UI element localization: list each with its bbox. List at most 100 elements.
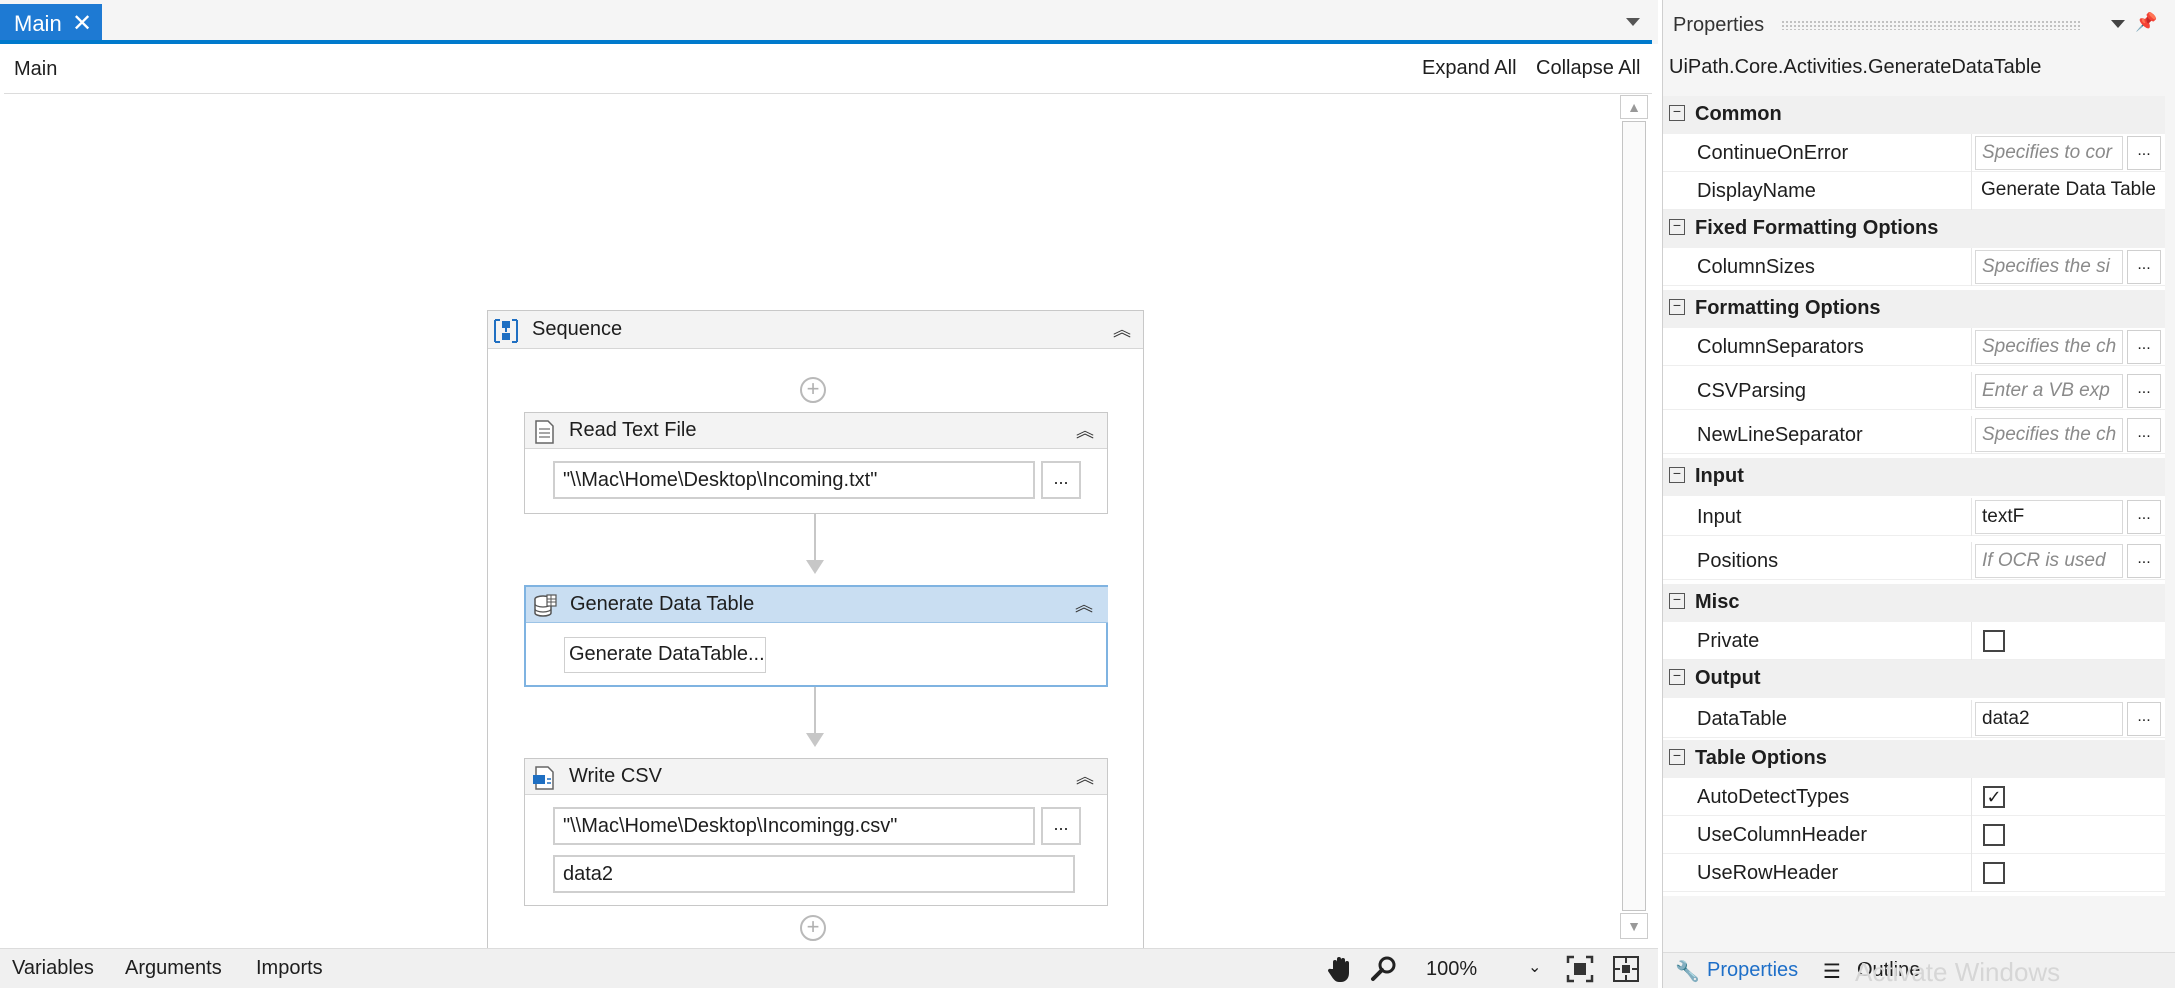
activity-title: Write CSV bbox=[569, 765, 662, 787]
collapse-chevron-icon[interactable]: ︽ bbox=[1073, 419, 1097, 443]
panel-drag-grip[interactable] bbox=[1781, 20, 2081, 30]
generate-datatable-button[interactable]: Generate DataTable... bbox=[564, 637, 766, 673]
fit-to-screen-icon[interactable] bbox=[1564, 953, 1596, 985]
property-row-displayname[interactable]: DisplayName Generate Data Table bbox=[1663, 172, 2165, 210]
category-fixed-formatting-options[interactable]: − Fixed Formatting Options bbox=[1663, 210, 2165, 248]
zoom-level-select[interactable]: 100% bbox=[1418, 953, 1546, 985]
canvas-vertical-scrollbar[interactable]: ▲ ▼ bbox=[1620, 95, 1648, 943]
expand-all-button[interactable]: Expand All bbox=[1422, 57, 1517, 80]
ellipsis-button[interactable]: ... bbox=[2127, 544, 2161, 578]
property-row-autodetecttypes[interactable]: AutoDetectTypes ✓ bbox=[1663, 778, 2165, 816]
category-misc[interactable]: − Misc bbox=[1663, 584, 2165, 622]
uipath-studio-window: Main ✕ Main Expand All Collapse All Sequ… bbox=[0, 0, 2175, 988]
collapse-minus-icon[interactable]: − bbox=[1669, 592, 1685, 609]
collapse-minus-icon[interactable]: − bbox=[1669, 668, 1685, 685]
collapse-chevron-icon[interactable]: ︽ bbox=[1073, 765, 1097, 789]
close-icon[interactable]: ✕ bbox=[72, 12, 92, 36]
property-row-newlineseparator[interactable]: NewLineSeparator Specifies the ch ... bbox=[1663, 416, 2165, 454]
zoom-magnifier-icon[interactable] bbox=[1368, 953, 1400, 985]
browse-button[interactable]: ... bbox=[1041, 461, 1081, 499]
property-value-input[interactable]: Enter a VB exp bbox=[1975, 374, 2123, 408]
property-row-columnsizes[interactable]: ColumnSizes Specifies the si ... bbox=[1663, 248, 2165, 286]
userowheader-checkbox[interactable] bbox=[1983, 862, 2005, 884]
breadcrumb[interactable]: Main bbox=[14, 58, 57, 81]
variables-tab[interactable]: Variables bbox=[12, 957, 94, 980]
activity-header[interactable]: Generate Data Table ︽ bbox=[526, 587, 1108, 623]
ellipsis-button[interactable]: ... bbox=[2127, 418, 2161, 452]
property-row-usecolumnheader[interactable]: UseColumnHeader bbox=[1663, 816, 2165, 854]
hand-pan-icon[interactable] bbox=[1324, 953, 1356, 985]
scrollbar-thumb[interactable] bbox=[1622, 121, 1646, 911]
tab-list-dropdown-icon[interactable] bbox=[1626, 18, 1640, 26]
category-output[interactable]: − Output bbox=[1663, 660, 2165, 698]
private-checkbox[interactable] bbox=[1983, 630, 2005, 652]
property-row-datatable[interactable]: DataTable data2 ... bbox=[1663, 700, 2165, 738]
property-row-columnseparators[interactable]: ColumnSeparators Specifies the ch ... bbox=[1663, 328, 2165, 366]
wrench-icon[interactable]: 🔧 bbox=[1675, 959, 1700, 984]
tab-outline[interactable]: Outline bbox=[1857, 959, 1920, 982]
property-row-continueonerror[interactable]: ContinueOnError Specifies to cor ... bbox=[1663, 134, 2165, 172]
collapse-minus-icon[interactable]: − bbox=[1669, 218, 1685, 235]
category-common[interactable]: − Common bbox=[1663, 96, 2165, 134]
ellipsis-button[interactable]: ... bbox=[2127, 374, 2161, 408]
pin-icon[interactable]: 📌 bbox=[2135, 12, 2157, 33]
property-value-input[interactable]: Generate Data Table bbox=[1975, 174, 2161, 208]
ellipsis-button[interactable]: ... bbox=[2127, 702, 2161, 736]
collapse-minus-icon[interactable]: − bbox=[1669, 104, 1685, 121]
imports-tab[interactable]: Imports bbox=[256, 957, 323, 980]
panel-menu-dropdown-icon[interactable] bbox=[2111, 20, 2125, 28]
tab-properties[interactable]: Properties bbox=[1707, 959, 1798, 982]
usecolumnheader-checkbox[interactable] bbox=[1983, 824, 2005, 846]
add-activity-plus-icon[interactable]: + bbox=[800, 377, 826, 403]
generate-data-table-activity[interactable]: Generate Data Table ︽ Generate DataTable… bbox=[524, 585, 1108, 687]
read-text-file-activity[interactable]: Read Text File ︽ "\\Mac\Home\Desktop\Inc… bbox=[524, 412, 1108, 514]
file-path-input[interactable]: "\\Mac\Home\Desktop\Incomingg.csv" bbox=[553, 807, 1035, 845]
arguments-tab[interactable]: Arguments bbox=[125, 957, 222, 980]
outline-list-icon[interactable]: ☰ bbox=[1823, 959, 1841, 984]
designer-statusbar: Variables Arguments Imports 100% ⌄ bbox=[0, 948, 1658, 988]
scroll-down-icon[interactable]: ▼ bbox=[1620, 913, 1648, 939]
collapse-minus-icon[interactable]: − bbox=[1669, 298, 1685, 315]
browse-button[interactable]: ... bbox=[1041, 807, 1081, 845]
collapse-chevron-icon[interactable]: ︽ bbox=[1072, 593, 1096, 617]
property-value-input[interactable]: If OCR is used bbox=[1975, 544, 2123, 578]
ellipsis-button[interactable]: ... bbox=[2127, 136, 2161, 170]
ellipsis-button[interactable]: ... bbox=[2127, 250, 2161, 284]
property-row-csvparsing[interactable]: CSVParsing Enter a VB exp ... bbox=[1663, 372, 2165, 410]
property-name: ColumnSizes bbox=[1697, 256, 1815, 278]
collapse-chevron-icon[interactable]: ︽ bbox=[1110, 318, 1134, 342]
ellipsis-button[interactable]: ... bbox=[2127, 500, 2161, 534]
activity-header[interactable]: Write CSV ︽ bbox=[525, 759, 1107, 795]
property-row-positions[interactable]: Positions If OCR is used ... bbox=[1663, 542, 2165, 580]
collapse-minus-icon[interactable]: − bbox=[1669, 748, 1685, 765]
datatable-input[interactable]: data2 bbox=[553, 855, 1075, 893]
chevron-down-icon[interactable]: ⌄ bbox=[1528, 957, 1541, 977]
overview-icon[interactable] bbox=[1610, 953, 1642, 985]
scroll-up-icon[interactable]: ▲ bbox=[1620, 95, 1648, 119]
write-csv-activity[interactable]: Write CSV ︽ "\\Mac\Home\Desktop\Incoming… bbox=[524, 758, 1108, 906]
property-value-input[interactable]: textF bbox=[1975, 500, 2123, 534]
property-value-input[interactable]: Specifies the si bbox=[1975, 250, 2123, 284]
property-row-private[interactable]: Private bbox=[1663, 622, 2165, 660]
property-row-userowheader[interactable]: UseRowHeader bbox=[1663, 854, 2165, 892]
file-name-input[interactable]: "\\Mac\Home\Desktop\Incoming.txt" bbox=[553, 461, 1035, 499]
property-row-input[interactable]: Input textF ... bbox=[1663, 498, 2165, 536]
autodetecttypes-checkbox[interactable]: ✓ bbox=[1983, 786, 2005, 808]
sequence-header[interactable]: Sequence ︽ bbox=[488, 311, 1143, 349]
connector-arrow-icon bbox=[806, 733, 824, 747]
activity-header[interactable]: Read Text File ︽ bbox=[525, 413, 1107, 449]
property-value-input[interactable]: Specifies the ch bbox=[1975, 418, 2123, 452]
collapse-minus-icon[interactable]: − bbox=[1669, 466, 1685, 483]
category-input[interactable]: − Input bbox=[1663, 458, 2165, 496]
property-value-input[interactable]: data2 bbox=[1975, 702, 2123, 736]
property-value-input[interactable]: Specifies the ch bbox=[1975, 330, 2123, 364]
add-activity-plus-icon[interactable]: + bbox=[800, 915, 826, 941]
category-formatting-options[interactable]: − Formatting Options bbox=[1663, 290, 2165, 328]
property-value-input[interactable]: Specifies to cor bbox=[1975, 136, 2123, 170]
collapse-all-button[interactable]: Collapse All bbox=[1536, 57, 1641, 80]
tab-main[interactable]: Main ✕ bbox=[0, 4, 102, 44]
ellipsis-button[interactable]: ... bbox=[2127, 330, 2161, 364]
sequence-activity[interactable]: Sequence ︽ + Read Text File ︽ "\\Mac\Hom… bbox=[487, 310, 1144, 970]
category-table-options[interactable]: − Table Options bbox=[1663, 740, 2165, 778]
designer-canvas[interactable]: Sequence ︽ + Read Text File ︽ "\\Mac\Hom… bbox=[4, 95, 1620, 970]
